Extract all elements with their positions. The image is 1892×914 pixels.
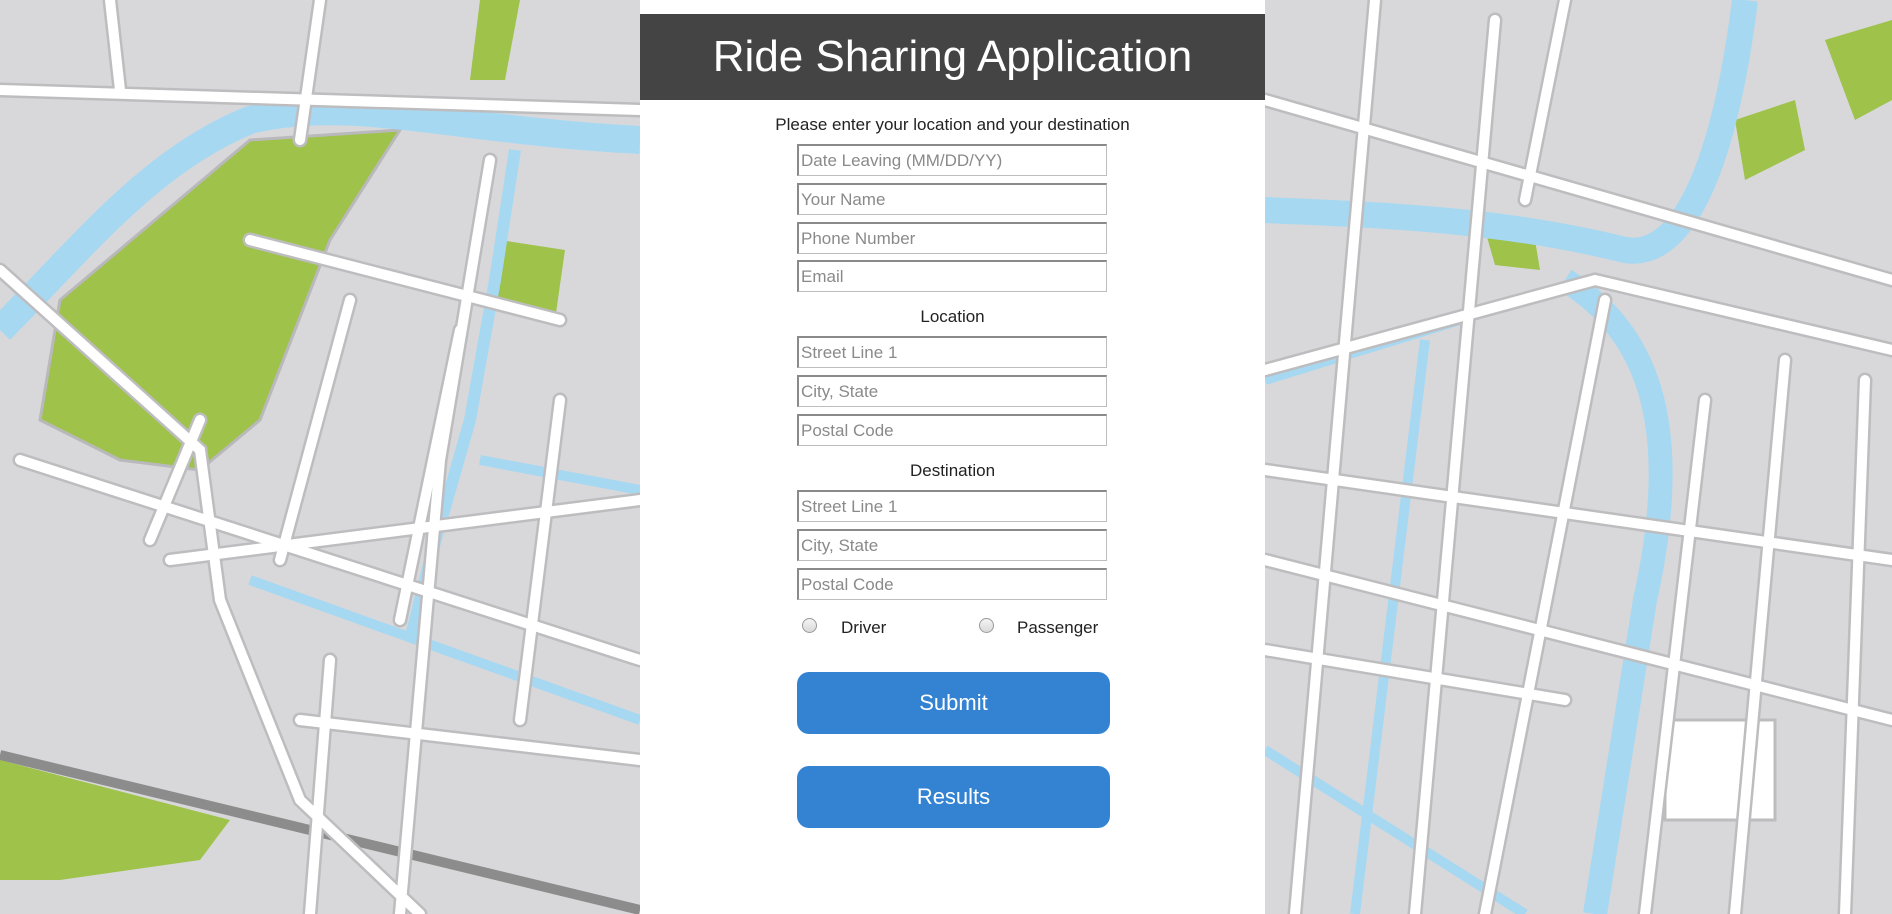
location-postal-input[interactable]: Postal Code [797,414,1107,446]
role-selector: Driver Passenger [640,615,1265,639]
location-city-input[interactable]: City, State [797,375,1107,407]
map-background-left [0,0,640,914]
location-heading: Location [920,307,985,326]
intro-text: Please enter your location and your dest… [775,115,1130,134]
driver-radio[interactable] [802,618,817,633]
results-button[interactable]: Results [797,766,1110,828]
phone-input[interactable]: Phone Number [797,222,1107,254]
driver-label: Driver [841,618,887,637]
destination-city-input[interactable]: City, State [797,529,1107,561]
destination-heading: Destination [909,461,996,480]
destination-postal-input[interactable]: Postal Code [797,568,1107,600]
email-input[interactable]: Email [797,260,1107,292]
location-street-input[interactable]: Street Line 1 [797,336,1107,368]
passenger-label: Passenger [1017,618,1099,637]
app-header: Ride Sharing Application [640,14,1265,100]
submit-button[interactable]: Submit [797,672,1110,734]
destination-street-input[interactable]: Street Line 1 [797,490,1107,522]
date-leaving-input[interactable]: Date Leaving (MM/DD/YY) [797,144,1107,176]
map-background-right [1265,0,1892,914]
passenger-radio[interactable] [979,618,994,633]
name-input[interactable]: Your Name [797,183,1107,215]
page-title: Ride Sharing Application [712,32,1193,81]
form-panel: Ride Sharing Application Please enter yo… [640,0,1265,914]
